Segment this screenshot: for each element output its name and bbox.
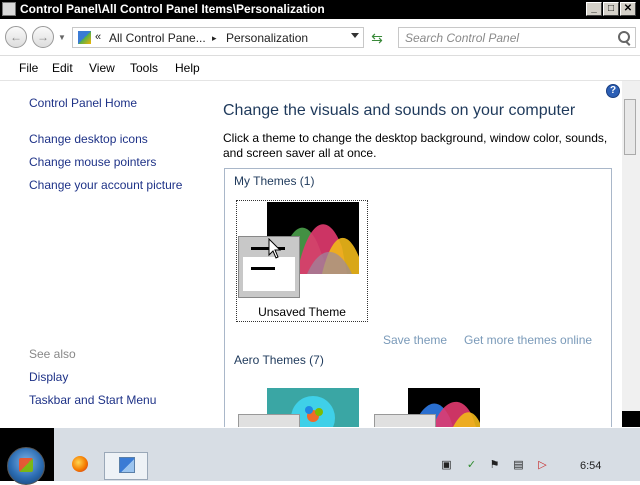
control-panel-app-icon[interactable] (2, 2, 16, 16)
check-shield-icon[interactable]: ✓ (465, 459, 478, 472)
aero-window-color-preview (374, 414, 436, 427)
vertical-scrollbar[interactable] (622, 81, 640, 427)
taskbar-start-menu-link[interactable]: Taskbar and Start Menu (29, 393, 156, 407)
back-button[interactable]: ← (5, 26, 27, 48)
breadcrumb-personalization[interactable]: Personalization (226, 31, 308, 45)
theme-name-label: Unsaved Theme (258, 305, 346, 319)
aero-themes-heading[interactable]: Aero Themes (7) (234, 353, 324, 367)
recent-pages-dropdown-icon[interactable]: ▼ (58, 33, 66, 42)
save-theme-link[interactable]: Save theme (383, 333, 447, 347)
control-panel-home-link[interactable]: Control Panel Home (29, 96, 137, 110)
get-more-themes-link[interactable]: Get more themes online (464, 333, 592, 347)
breadcrumb-all-items[interactable]: All Control Pane... (109, 31, 206, 45)
address-bar[interactable]: « All Control Pane... ▸ Personalization (72, 27, 364, 48)
address-dropdown-icon[interactable] (351, 33, 359, 38)
mouse-cursor-icon (268, 237, 282, 263)
menu-edit[interactable]: Edit (52, 61, 73, 75)
forward-button[interactable]: → (32, 26, 54, 48)
search-box[interactable] (398, 27, 636, 48)
page-title: Change the visuals and sounds on your co… (223, 102, 576, 119)
control-panel-icon (78, 31, 91, 44)
network-icon[interactable]: ▤ (512, 459, 525, 472)
aero-window-color-preview (238, 414, 300, 427)
maximize-button[interactable]: □ (603, 2, 619, 16)
window-preview-line (251, 267, 275, 270)
speaker-muted-icon[interactable]: ▷ (536, 459, 549, 472)
refresh-icon[interactable]: ⇆ (368, 29, 386, 47)
taskbar: ▣ ✓ ⚑ ▤ ▷ 6:54 (0, 427, 640, 485)
browser-icon (72, 456, 88, 472)
menu-bar: File Edit View Tools Help (0, 56, 640, 81)
start-button-area[interactable] (0, 428, 54, 485)
search-input[interactable] (405, 30, 605, 45)
my-themes-heading[interactable]: My Themes (1) (234, 174, 314, 188)
change-mouse-pointers-link[interactable]: Change mouse pointers (29, 155, 156, 169)
window-title: Control Panel\All Control Panel Items\Pe… (20, 2, 325, 16)
display-link[interactable]: Display (29, 370, 68, 384)
scrollbar-corner (622, 411, 640, 427)
menu-file[interactable]: File (19, 61, 38, 75)
page-description: Click a theme to change the desktop back… (223, 131, 608, 160)
flag-icon[interactable]: ⚑ (488, 459, 501, 472)
help-icon[interactable]: ? (606, 84, 620, 98)
overflow-chevron[interactable]: « (95, 31, 101, 43)
breadcrumb-separator-icon[interactable]: ▸ (212, 33, 217, 44)
menu-help[interactable]: Help (175, 61, 200, 75)
taskbar-browser-button[interactable] (58, 452, 102, 480)
start-orb-icon[interactable] (7, 447, 45, 485)
title-bar: Control Panel\All Control Panel Items\Pe… (0, 0, 640, 19)
minimize-button[interactable]: _ (586, 2, 602, 16)
search-icon[interactable] (618, 31, 630, 43)
change-account-picture-link[interactable]: Change your account picture (29, 178, 182, 192)
notepad-icon[interactable]: ▣ (440, 459, 453, 472)
change-desktop-icons-link[interactable]: Change desktop icons (29, 132, 148, 146)
taskbar-clock[interactable]: 6:54 (580, 460, 601, 472)
control-panel-icon (119, 457, 135, 473)
scrollbar-thumb[interactable] (624, 99, 636, 155)
menu-view[interactable]: View (89, 61, 115, 75)
close-button[interactable]: ✕ (620, 2, 636, 16)
navigation-bar: ← → ▼ « All Control Pane... ▸ Personaliz… (0, 19, 640, 56)
see-also-label: See also (29, 347, 76, 361)
menu-tools[interactable]: Tools (130, 61, 158, 75)
taskbar-control-panel-button[interactable] (104, 452, 148, 480)
